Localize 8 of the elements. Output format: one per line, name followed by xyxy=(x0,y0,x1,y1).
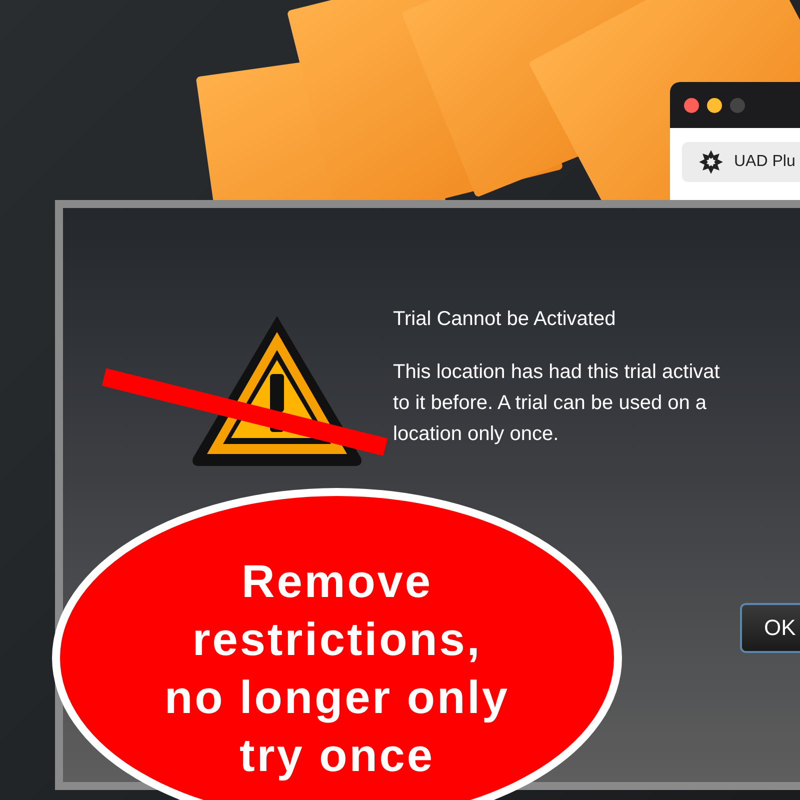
ok-button[interactable]: OK xyxy=(740,603,800,653)
plugin-tab[interactable]: UAD Plu xyxy=(682,142,800,182)
dialog-message: This location has had this trial activat to it before. A trial can be used on a location only once. xyxy=(393,360,721,447)
dialog-title: Trial Cannot be Activated xyxy=(393,308,617,331)
minimize-button[interactable] xyxy=(707,98,722,112)
flower-icon xyxy=(698,149,724,175)
close-button[interactable] xyxy=(684,98,699,112)
banner-text: Remove restrictions, no longer only try once xyxy=(164,554,510,783)
